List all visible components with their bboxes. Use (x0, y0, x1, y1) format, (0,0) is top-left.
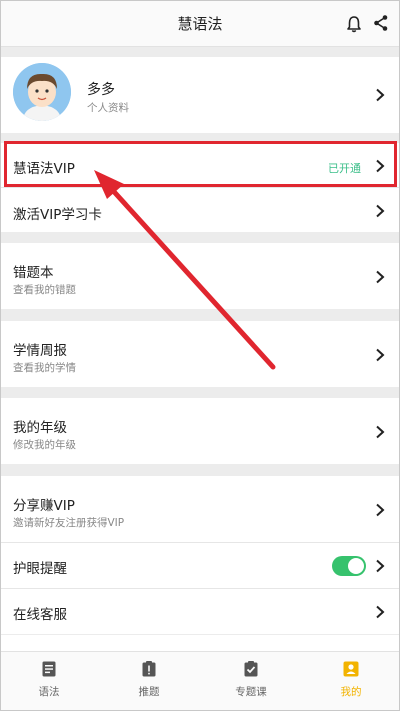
profile-row[interactable]: 多多 个人资料 (1, 57, 399, 133)
avatar-face-icon (13, 63, 71, 121)
eye-care-label: 护眼提醒 (13, 561, 67, 577)
share-vip-label: 分享赚VIP (13, 498, 75, 514)
nav-tab-mine-label: 我的 (340, 686, 362, 698)
activate-card-label: 激活VIP学习卡 (13, 207, 102, 223)
toggle-knob (348, 558, 364, 574)
chevron-right-icon (376, 348, 385, 362)
nav-tab-topic-course[interactable]: 专题课 (221, 660, 281, 699)
weekly-report-label: 学情周报 (13, 343, 67, 359)
document-icon (42, 661, 56, 677)
nav-tab-recommend[interactable]: 推题 (119, 660, 179, 699)
chevron-right-icon (376, 425, 385, 439)
eye-care-toggle[interactable] (332, 556, 366, 576)
menu-item-weekly-report[interactable]: 学情周报 查看我的学情 (1, 321, 399, 387)
chevron-right-icon (376, 88, 385, 102)
page-title: 慧语法 (177, 15, 223, 33)
menu-item-my-grade[interactable]: 我的年级 修改我的年级 (1, 398, 399, 464)
share-icon[interactable] (373, 14, 389, 32)
menu-item-activate-card[interactable]: 激活VIP学习卡 (1, 188, 399, 232)
chevron-right-icon (376, 503, 385, 517)
top-bar: 慧语法 (1, 1, 399, 47)
share-vip-subtitle: 邀请新好友注册获得VIP (13, 517, 125, 529)
nav-tab-recommend-label: 推题 (138, 686, 160, 698)
menu-item-partial (1, 635, 399, 651)
nav-tab-mine[interactable]: 我的 (321, 660, 381, 699)
nav-tab-grammar-label: 语法 (38, 686, 60, 698)
wrong-book-subtitle: 查看我的错题 (13, 284, 76, 296)
check-clipboard-icon (244, 661, 258, 677)
weekly-report-subtitle: 查看我的学情 (13, 362, 76, 374)
bell-icon[interactable] (346, 15, 362, 33)
online-service-label: 在线客服 (13, 607, 67, 623)
profile-icon (343, 661, 359, 677)
bottom-nav: 语法 推题 专题课 我的 (1, 651, 399, 710)
nav-tab-topic-course-label: 专题课 (235, 686, 267, 698)
menu-item-share-vip[interactable]: 分享赚VIP 邀请新好友注册获得VIP (1, 476, 399, 542)
chevron-right-icon (376, 270, 385, 284)
profile-subtitle: 个人资料 (87, 102, 129, 114)
my-grade-subtitle: 修改我的年级 (13, 439, 76, 451)
menu-item-wrong-book[interactable]: 错题本 查看我的错题 (1, 243, 399, 309)
chevron-right-icon (376, 559, 385, 573)
avatar (13, 63, 71, 121)
menu-item-online-service[interactable]: 在线客服 (1, 589, 399, 634)
nav-tab-grammar[interactable]: 语法 (19, 660, 79, 699)
profile-name: 多多 (87, 82, 115, 98)
chevron-right-icon (376, 605, 385, 619)
my-grade-label: 我的年级 (13, 420, 67, 436)
wrong-book-label: 错题本 (13, 265, 54, 281)
vip-highlight-box (4, 141, 397, 187)
chevron-right-icon (376, 204, 385, 218)
exclamation-clipboard-icon (142, 661, 156, 677)
app-screen: 慧语法 多多 个人资料 慧语法VIP 已开通 激活VIP学习卡 错题本 查看我的… (0, 0, 400, 711)
